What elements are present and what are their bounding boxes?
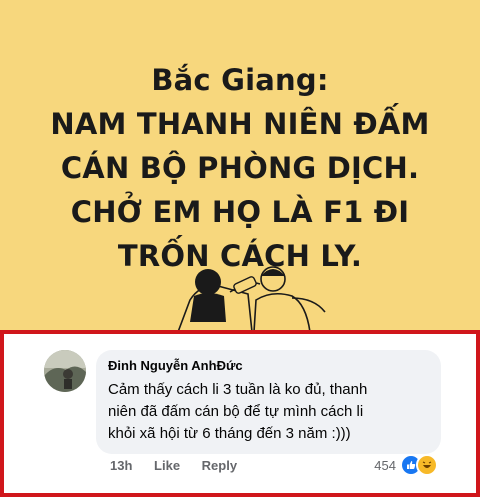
headline-line: CÁN BỘ PHÒNG DỊCH. <box>60 151 420 185</box>
comment-text: Cảm thấy cách li 3 tuần là ko đủ, thanh … <box>108 379 429 445</box>
haha-icon <box>416 454 438 476</box>
highlighted-comment: Đinh Nguyễn AnhĐức Cảm thấy cách li 3 tu… <box>0 330 480 497</box>
reaction-count: 454 <box>374 457 396 473</box>
avatar-photo-icon <box>44 350 86 392</box>
comment-bubble: Đinh Nguyễn AnhĐức Cảm thấy cách li 3 tu… <box>96 350 441 454</box>
comment-text-line: Cảm thấy cách li 3 tuần là ko đủ, thanh <box>108 381 368 398</box>
comment-actions: 13h Like Reply <box>110 458 255 473</box>
headline-line: CHỞ EM HỌ LÀ F1 ĐI <box>70 195 410 229</box>
like-button[interactable]: Like <box>154 458 180 473</box>
headline-line: Bắc Giang: <box>151 63 329 97</box>
comment-text-line: khỏi xã hội từ 6 tháng đến 3 năm :))) <box>108 425 351 442</box>
avatar[interactable] <box>44 350 86 392</box>
reply-button[interactable]: Reply <box>202 458 237 473</box>
motorbike-riders-illustration <box>177 266 326 332</box>
headline: Bắc Giang: NAM THANH NIÊN ĐẤM CÁN BỘ PHÒ… <box>30 58 450 278</box>
comment-author[interactable]: Đinh Nguyễn AnhĐức <box>108 358 429 373</box>
news-banner: Bắc Giang: NAM THANH NIÊN ĐẤM CÁN BỘ PHÒ… <box>0 0 480 332</box>
comment-timestamp[interactable]: 13h <box>110 458 132 473</box>
headline-line: NAM THANH NIÊN ĐẤM <box>50 107 430 141</box>
comment-text-line: niên đã đấm cán bộ để tự mình cách li <box>108 403 364 420</box>
reaction-summary[interactable]: 454 <box>374 454 438 476</box>
